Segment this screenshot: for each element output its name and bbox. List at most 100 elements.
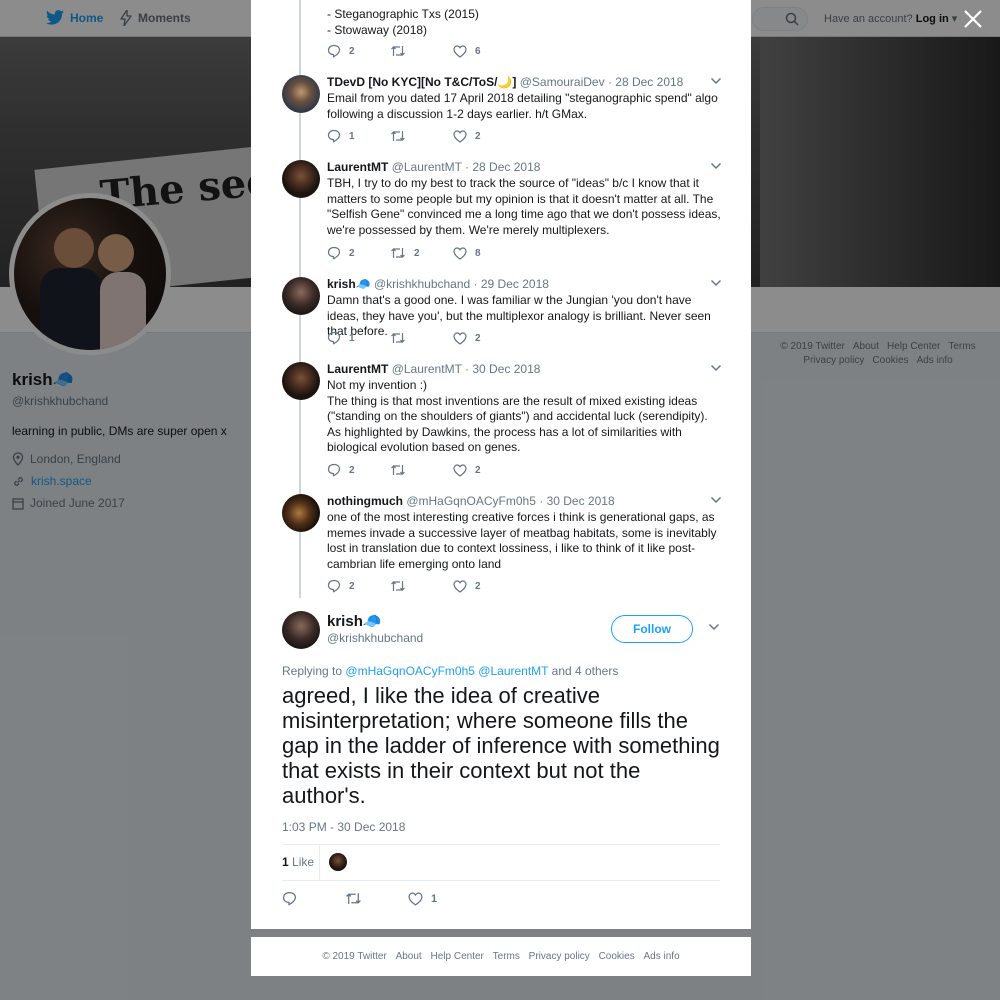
tweet-avatar[interactable] xyxy=(282,277,320,315)
like-count: 2 xyxy=(475,130,481,142)
retweet-button[interactable] xyxy=(390,331,453,345)
likes-summary-count: 1 xyxy=(282,855,289,869)
tweet-avatar[interactable] xyxy=(282,160,320,198)
tweet-author-name[interactable]: nothingmuch xyxy=(327,494,403,508)
chevron-down-icon[interactable] xyxy=(710,496,722,504)
divider xyxy=(282,844,720,845)
reply-button[interactable]: 1 xyxy=(327,331,390,345)
follow-button[interactable]: Follow xyxy=(611,615,693,643)
reply-icon xyxy=(327,463,341,477)
like-count: 2 xyxy=(475,332,481,344)
tweet-date[interactable]: · 30 Dec 2018 xyxy=(465,362,540,376)
footer-cookies[interactable]: Cookies xyxy=(599,951,635,962)
reply-button[interactable]: 1 xyxy=(327,129,390,143)
main-tweet-author-handle[interactable]: @krishkhubchand xyxy=(327,631,423,645)
like-button[interactable]: 8 xyxy=(453,246,516,260)
footer-privacy[interactable]: Privacy policy xyxy=(529,951,590,962)
tweet-header: TDevD [No KYC][No T&C/ToS/🌙] @SamouraiDe… xyxy=(327,75,683,89)
reply-button[interactable]: 2 xyxy=(327,579,390,593)
prev-line-2: - Stowaway (2018) xyxy=(327,23,428,37)
like-count: 6 xyxy=(475,45,481,57)
chevron-down-icon[interactable] xyxy=(710,279,722,287)
reply-button[interactable]: 2 xyxy=(327,44,390,58)
tweet-date[interactable]: · 29 Dec 2018 xyxy=(474,277,549,291)
tweet-author-handle[interactable]: @krishkhubchand xyxy=(374,277,470,291)
tweet-date[interactable]: · 30 Dec 2018 xyxy=(539,494,614,508)
tweet-author-name[interactable]: TDevD [No KYC][No T&C/ToS/🌙] xyxy=(327,75,516,89)
retweet-button[interactable] xyxy=(390,129,453,143)
retweet-icon xyxy=(391,46,405,56)
tweet-modal: - Steganographic Txs (2015) - Stowaway (… xyxy=(251,0,751,929)
replying-suffix[interactable]: and 4 others xyxy=(552,664,619,678)
reply-count: 2 xyxy=(349,45,355,57)
reply-icon xyxy=(327,579,341,593)
main-tweet-author-name[interactable]: krish🧢 xyxy=(327,612,382,630)
mention-link[interactable]: @mHaGqnOACyFm0h5 xyxy=(345,664,475,678)
retweet-count: 2 xyxy=(414,247,420,259)
chevron-down-icon[interactable] xyxy=(710,162,722,170)
replying-prefix: Replying to xyxy=(282,664,343,678)
tweet-author-handle[interactable]: @SamouraiDev xyxy=(520,75,605,89)
mention-link[interactable]: @LaurentMT xyxy=(478,664,548,678)
like-button[interactable]: 2 xyxy=(453,463,516,477)
divider xyxy=(282,880,720,881)
reply-button[interactable]: 2 xyxy=(327,246,390,260)
heart-icon xyxy=(453,331,467,345)
tweet-text: TBH, I try to do my best to track the so… xyxy=(327,176,721,237)
tweet-author-name[interactable]: krish🧢 xyxy=(327,277,371,291)
retweet-button[interactable] xyxy=(345,891,408,906)
prev-tweet-actions: 2 6 xyxy=(327,44,516,58)
like-button[interactable]: 1 xyxy=(408,891,471,906)
tweet-header: krish🧢 @krishkhubchand · 29 Dec 2018 xyxy=(327,277,549,291)
heart-icon xyxy=(408,891,423,906)
reply-icon xyxy=(327,44,341,58)
tweet-actions: 2 2 xyxy=(327,579,516,593)
likes-summary[interactable]: 1 Like xyxy=(282,855,314,869)
like-button[interactable]: 2 xyxy=(453,129,516,143)
tweet-actions: 2 2 xyxy=(327,463,516,477)
retweet-icon xyxy=(391,248,405,258)
tweet-avatar[interactable] xyxy=(282,362,320,400)
replying-to: Replying to @mHaGqnOACyFm0h5 @LaurentMT … xyxy=(282,664,618,678)
like-count: 1 xyxy=(431,892,438,905)
tweet-author-handle[interactable]: @LaurentMT xyxy=(392,160,462,174)
heart-icon xyxy=(453,463,467,477)
tweet-avatar[interactable] xyxy=(282,494,320,532)
liker-avatar[interactable] xyxy=(329,853,347,871)
footer-terms[interactable]: Terms xyxy=(493,951,520,962)
like-button[interactable]: 2 xyxy=(453,579,516,593)
reply-count: 1 xyxy=(349,332,355,344)
like-button[interactable]: 2 xyxy=(453,331,516,345)
like-count: 2 xyxy=(475,464,481,476)
retweet-button[interactable] xyxy=(390,463,453,477)
tweet-header: nothingmuch @mHaGqnOACyFm0h5 · 30 Dec 20… xyxy=(327,494,615,508)
footer-help[interactable]: Help Center xyxy=(431,951,484,962)
reply-button[interactable]: 2 xyxy=(327,463,390,477)
tweet-header: LaurentMT @LaurentMT · 30 Dec 2018 xyxy=(327,362,540,376)
footer-about[interactable]: About xyxy=(396,951,422,962)
main-tweet-avatar[interactable] xyxy=(282,611,320,649)
tweet-author-handle[interactable]: @LaurentMT xyxy=(392,362,462,376)
heart-icon xyxy=(453,246,467,260)
reply-count: 2 xyxy=(349,464,355,476)
footer-ads[interactable]: Ads info xyxy=(644,951,680,962)
tweet-text: Not my invention :) The thing is that mo… xyxy=(327,378,708,455)
reply-icon xyxy=(282,891,297,906)
tweet-date[interactable]: · 28 Dec 2018 xyxy=(608,75,683,89)
tweet-author-name[interactable]: LaurentMT xyxy=(327,160,388,174)
retweet-button[interactable]: 2 xyxy=(390,246,453,260)
retweet-button[interactable] xyxy=(390,44,453,58)
tweet-author-handle[interactable]: @mHaGqnOACyFm0h5 xyxy=(406,494,536,508)
close-icon[interactable] xyxy=(962,8,984,30)
chevron-down-icon[interactable] xyxy=(710,77,722,85)
retweet-button[interactable] xyxy=(390,579,453,593)
like-button[interactable]: 6 xyxy=(453,44,516,58)
tweet-date[interactable]: · 28 Dec 2018 xyxy=(465,160,540,174)
chevron-down-icon[interactable] xyxy=(710,364,722,372)
retweet-icon xyxy=(391,333,405,343)
reply-button[interactable] xyxy=(282,891,345,906)
tweet-author-name[interactable]: LaurentMT xyxy=(327,362,388,376)
tweet-avatar[interactable] xyxy=(282,75,320,113)
chevron-down-icon[interactable] xyxy=(708,623,720,631)
main-tweet-timestamp[interactable]: 1:03 PM - 30 Dec 2018 xyxy=(282,820,405,834)
